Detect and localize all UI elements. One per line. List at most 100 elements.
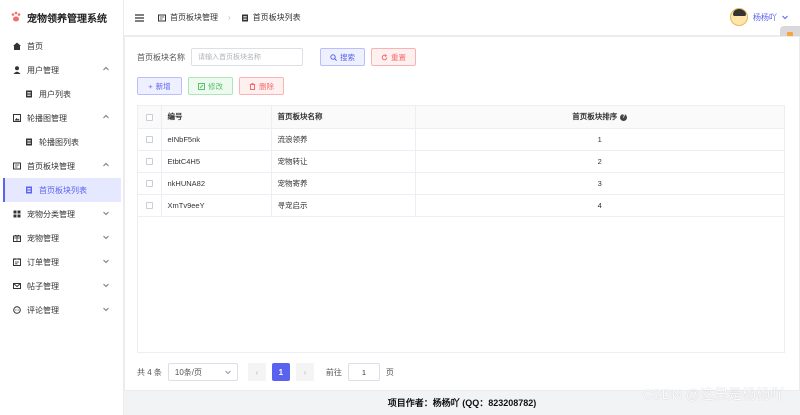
cell-id: eINbF5nk [161,128,272,151]
page-number[interactable]: 1 [271,363,290,381]
row-checkbox[interactable] [145,136,153,144]
chevron-up-icon [103,114,109,119]
sidebar-item-post-management[interactable]: 帖子管理 [0,274,123,298]
sidebar-item-home[interactable]: 首页 [0,34,123,58]
row-checkbox[interactable] [145,202,153,210]
edit-icon [198,82,205,90]
reset-button-label: 重置 [391,52,406,62]
table-row[interactable]: XmTv9eeY 寻宠启示 4 [138,194,784,217]
table-row[interactable]: EtbtC4H5 宠物转让 2 [138,150,784,173]
panel-icon [13,162,21,170]
delete-button-label: 删除 [259,81,274,91]
list-icon [26,186,32,194]
sidebar: 宠物领养管理系统 首页 用户管理 用户列表 轮播图管理 轮播图列表 首页板块管理 [0,0,124,415]
row-checkbox[interactable] [145,180,153,188]
next-page-button[interactable]: › [295,363,314,381]
chevron-up-icon [103,66,109,71]
sidebar-item-user-management[interactable]: 用户管理 [0,58,123,82]
sidebar-item-pet-category-management[interactable]: 宠物分类管理 [0,202,123,226]
pet-icon [13,234,21,242]
select-all-checkbox[interactable] [145,113,153,121]
main-card: 首页板块名称 搜索 重置 + 新增 修改 删除 [124,36,800,391]
breadcrumb-separator: › [228,13,231,22]
goto-suffix: 页 [385,367,394,377]
cell-order: 4 [415,194,784,217]
list-icon [241,14,248,21]
goto-prefix: 前往 [325,367,342,377]
sidebar-item-order-management[interactable]: 订单管理 [0,250,123,274]
sidebar-item-label: 轮播图管理 [27,113,67,123]
goto-page-input[interactable] [347,363,380,381]
avatar[interactable] [730,8,748,26]
delete-button[interactable]: 删除 [239,77,284,95]
search-button-label: 搜索 [340,52,355,62]
order-icon [13,258,21,266]
table-row[interactable]: nkHUNA82 宠物寄养 3 [138,172,784,195]
action-toolbar: + 新增 修改 删除 [137,77,284,95]
chevron-up-icon [103,162,109,167]
cell-order: 3 [415,172,784,195]
chevron-down-icon [103,307,109,312]
column-header: 首页板块名称 [271,106,416,129]
search-input[interactable] [191,48,303,66]
row-checkbox[interactable] [145,158,153,166]
cell-id: XmTv9eeY [161,194,272,217]
menu-toggle-icon[interactable] [135,13,144,22]
app-logo: 宠物领养管理系统 [0,0,123,34]
cell-name: 宠物寄养 [271,172,416,195]
page-size-value: 10条/页 [174,367,203,377]
table-row[interactable]: eINbF5nk 流浪领养 1 [138,128,784,151]
app-title: 宠物领养管理系统 [27,13,107,25]
pagination: 共 4 条 10条/页 ‹ 1 › 前往 页 [137,363,394,381]
comment-icon [13,306,21,314]
sidebar-item-user-list[interactable]: 用户列表 [0,82,123,106]
sidebar-item-section-management[interactable]: 首页板块管理 [0,154,123,178]
chevron-down-icon [103,211,109,216]
add-button-label: 新增 [155,81,171,91]
sidebar-item-comment-management[interactable]: 评论管理 [0,298,123,322]
cell-name: 宠物转让 [271,150,416,173]
sidebar-item-section-list[interactable]: 首页板块列表 [3,178,121,202]
sidebar-item-carousel-management[interactable]: 轮播图管理 [0,106,123,130]
cell-name: 流浪领养 [271,128,416,151]
sidebar-item-label: 用户管理 [27,65,59,75]
list-icon [26,138,32,146]
grid-icon [13,210,21,218]
page-size-select[interactable]: 10条/页 [167,363,238,381]
data-table: 编号 首页板块名称 首页板块排序? eINbF5nk 流浪领养 1 EtbtC4… [137,105,785,353]
column-header-label: 首页板块排序 [572,112,618,122]
prev-page-button[interactable]: ‹ [247,363,266,381]
search-button[interactable]: 搜索 [320,48,365,66]
add-button[interactable]: + 新增 [137,77,182,95]
sidebar-item-label: 宠物管理 [27,233,59,243]
image-icon [13,114,21,122]
plus-icon: + [148,81,153,91]
sidebar-item-pet-management[interactable]: 宠物管理 [0,226,123,250]
cell-id: EtbtC4H5 [161,150,272,173]
sidebar-item-label: 首页板块列表 [39,185,87,195]
sidebar-item-carousel-list[interactable]: 轮播图列表 [0,130,123,154]
sidebar-item-label: 用户列表 [39,89,71,99]
chevron-down-icon [225,370,231,375]
breadcrumb-item[interactable]: 首页板块管理 [170,12,218,23]
reset-button[interactable]: 重置 [371,48,416,66]
sidebar-item-label: 评论管理 [27,305,59,315]
cell-id: nkHUNA82 [161,172,272,195]
sidebar-item-label: 首页 [27,41,43,51]
sidebar-item-label: 帖子管理 [27,281,59,291]
help-icon[interactable]: ? [620,113,628,121]
search-bar: 首页板块名称 搜索 重置 [137,48,416,66]
chevron-down-icon [103,259,109,264]
username[interactable]: 杨杨吖 [753,12,777,23]
list-icon [26,90,32,98]
trash-icon [249,82,256,90]
user-icon [13,66,21,74]
edit-button[interactable]: 修改 [188,77,233,95]
mail-icon [13,283,21,289]
refresh-icon [381,53,388,60]
watermark: CSDN @这里是杨杨吖 [642,386,784,402]
edit-button-label: 修改 [208,81,223,91]
user-menu[interactable]: 杨杨吖 [730,8,788,26]
panel-icon [158,14,166,21]
sidebar-item-label: 订单管理 [27,257,59,267]
